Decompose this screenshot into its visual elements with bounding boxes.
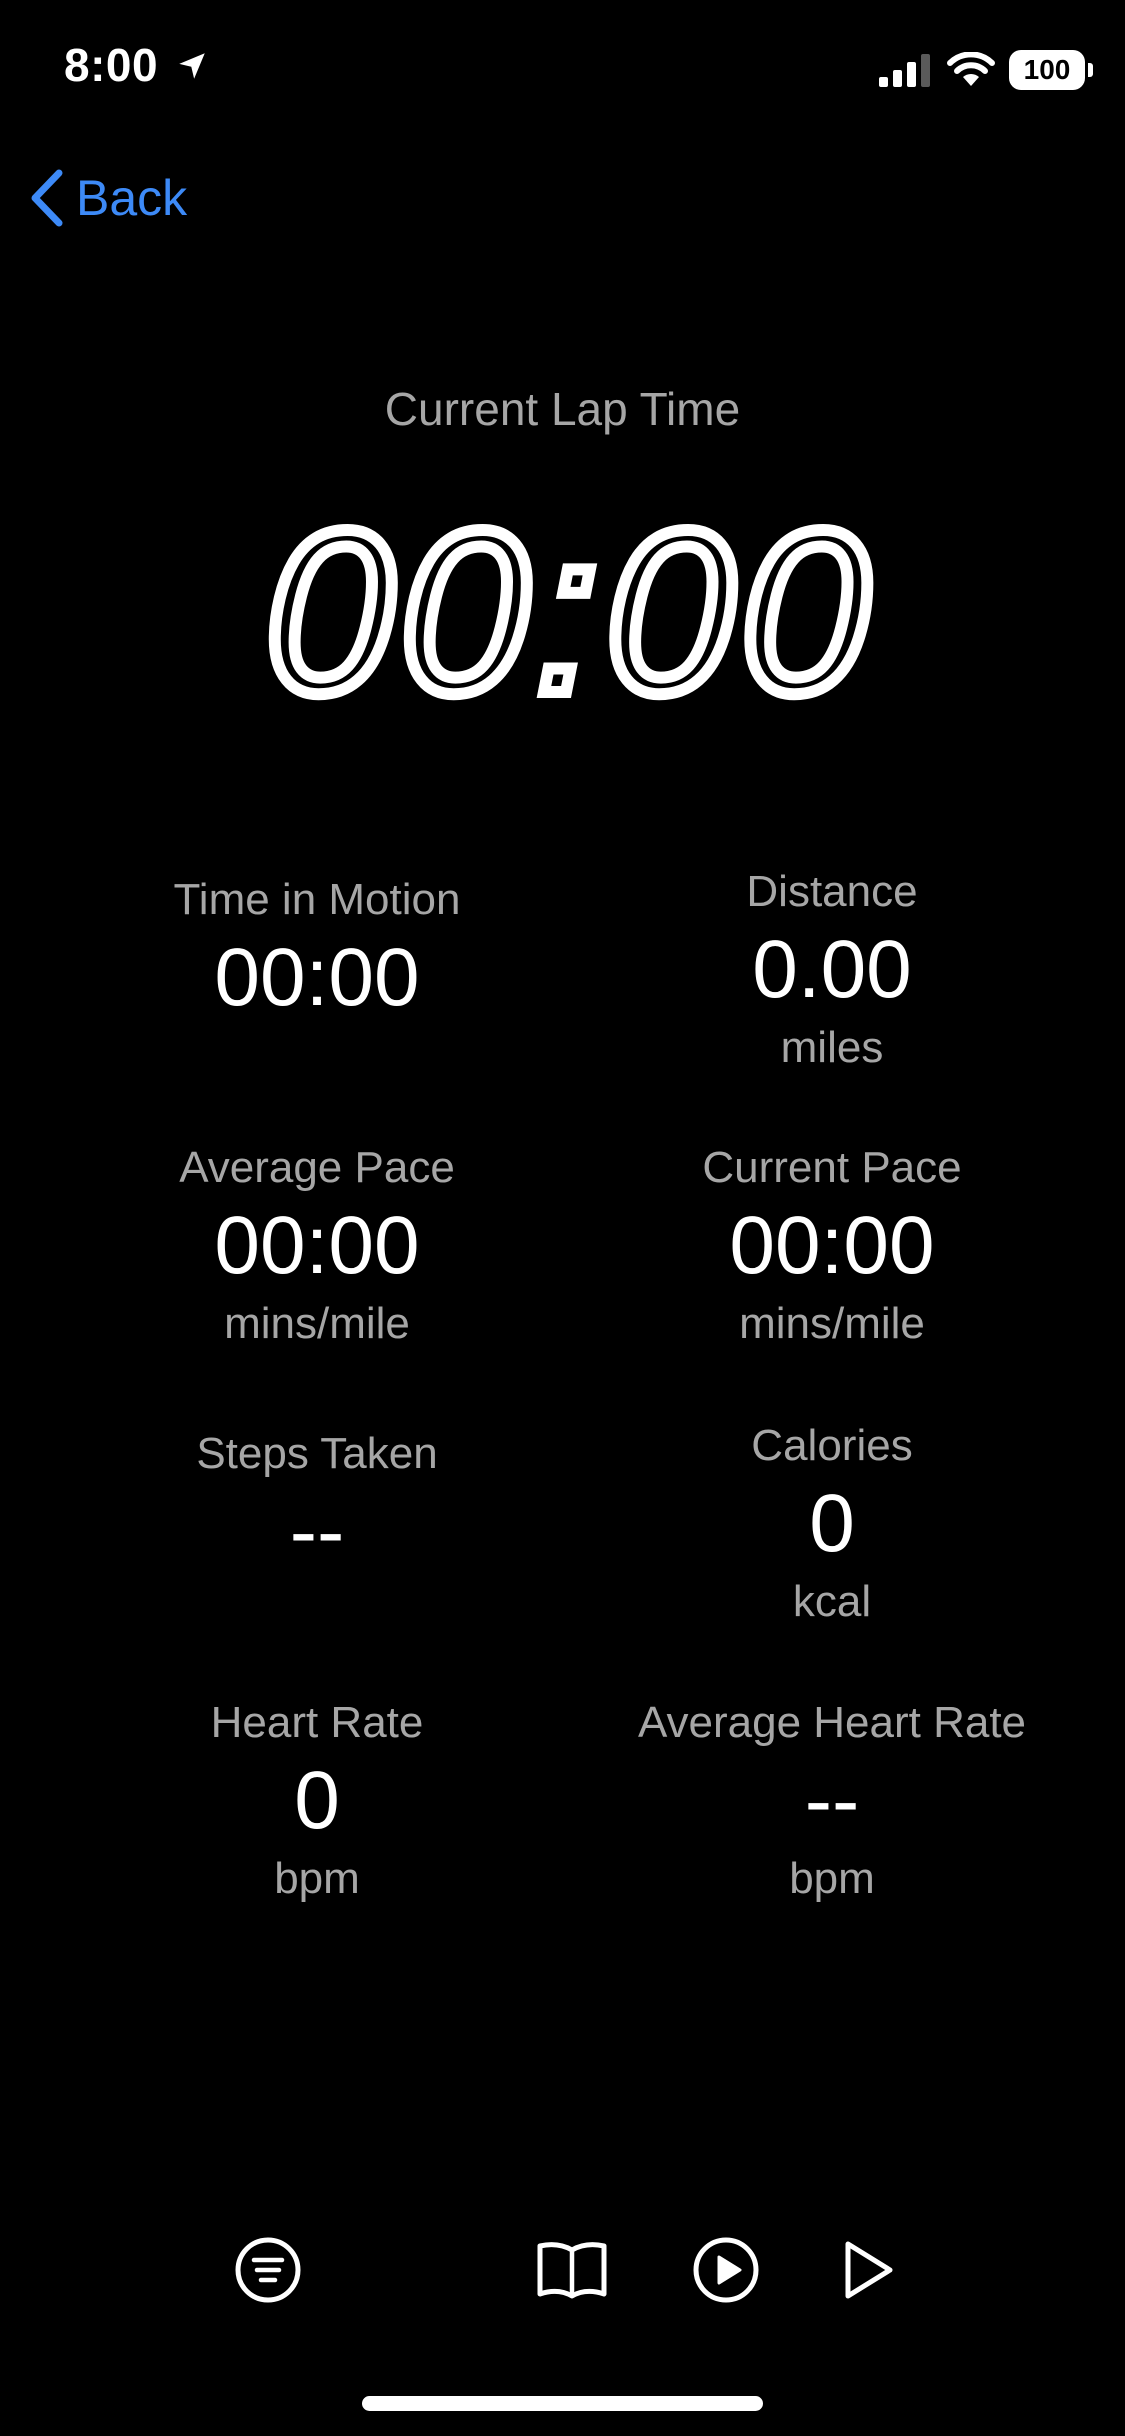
lap-time-value: 00:00 [265,510,876,710]
average-heart-rate-unit: bpm [789,1854,875,1903]
heart-rate-value: 0 [294,1755,340,1846]
average-heart-rate-label: Average Heart Rate [637,1698,1027,1747]
location-arrow-icon [179,53,206,79]
stat-calories: Calories 0 kcal [572,1416,1092,1632]
list-circle-icon[interactable] [228,2230,308,2310]
average-pace-label: Average Pace [179,1143,455,1192]
stat-heart-rate: Heart Rate 0 bpm [57,1693,577,1909]
stat-average-pace: Average Pace 00:00 mins/mile [57,1138,577,1354]
stat-steps-taken: Steps Taken -- [57,1424,577,1580]
wifi-icon [947,52,995,86]
heart-rate-unit: bpm [274,1854,360,1903]
calories-unit: kcal [792,1577,872,1626]
battery-icon: 100 [1009,50,1093,90]
current-pace-label: Current Pace [702,1143,962,1192]
battery-level: 100 [1023,54,1071,85]
time-in-motion-label: Time in Motion [173,875,461,924]
distance-value: 0.00 [752,924,912,1015]
average-pace-value: 00:00 [214,1200,420,1291]
steps-taken-label: Steps Taken [196,1429,438,1478]
play-circle-icon[interactable] [686,2230,766,2310]
book-icon[interactable] [532,2230,612,2310]
distance-label: Distance [746,867,918,916]
back-label: Back [76,170,188,226]
stat-distance: Distance 0.00 miles [572,862,1092,1078]
time-in-motion-value: 00:00 [214,932,420,1023]
steps-taken-value: -- [289,1486,345,1577]
play-icon[interactable] [828,2230,908,2310]
status-indicators: 100 [879,48,1093,92]
distance-unit: miles [780,1023,884,1072]
chevron-left-icon [31,169,63,227]
stat-time-in-motion: Time in Motion 00:00 [57,870,577,1026]
lap-time-display: 00:00 [259,510,876,710]
status-time: 8:00 [64,39,159,91]
average-pace-unit: mins/mile [224,1299,410,1348]
current-pace-value: 00:00 [729,1200,935,1291]
lap-time-label: Current Lap Time [384,383,741,435]
stat-average-heart-rate: Average Heart Rate -- bpm [572,1693,1092,1909]
average-heart-rate-value: -- [804,1755,860,1846]
calories-label: Calories [751,1421,913,1470]
home-indicator[interactable] [362,2396,763,2411]
back-button[interactable]: Back [26,168,187,228]
calories-value: 0 [809,1478,855,1569]
current-pace-unit: mins/mile [739,1299,925,1348]
cellular-signal-icon [879,54,930,87]
heart-rate-label: Heart Rate [210,1698,424,1747]
stat-current-pace: Current Pace 00:00 mins/mile [572,1138,1092,1354]
status-time-group: 8:00 [64,38,209,92]
